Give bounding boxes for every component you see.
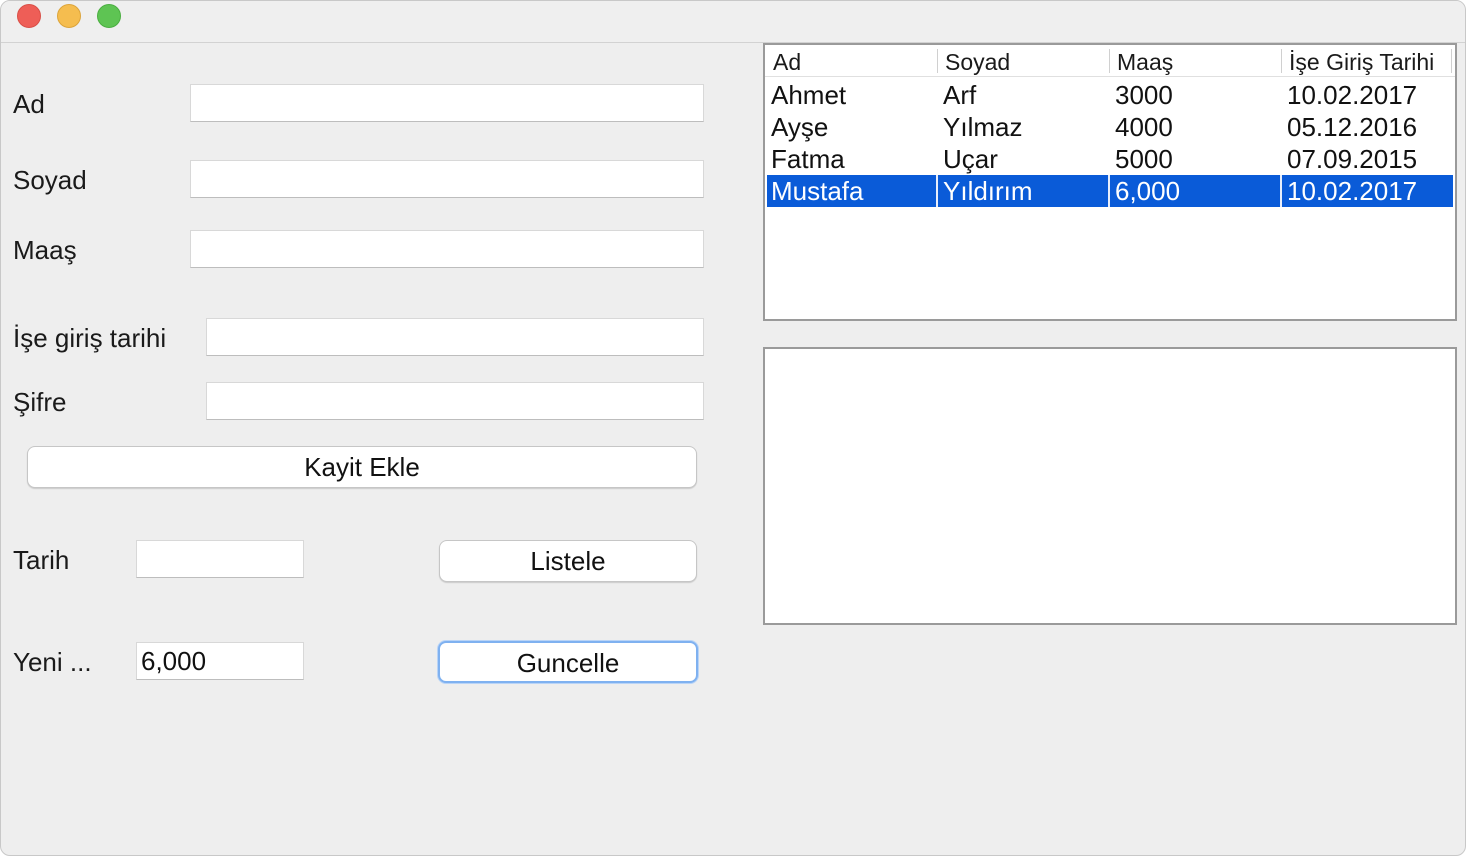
column-divider[interactable] (937, 49, 938, 73)
ad-label: Ad (13, 89, 45, 119)
soyad-input[interactable] (190, 160, 704, 198)
tarih-label: Tarih (13, 545, 70, 575)
ise-giris-tarihi-label: İşe giriş tarihi (13, 323, 167, 353)
sifre-label: Şifre (13, 387, 67, 417)
table-row[interactable]: Ayşe Yılmaz 4000 05.12.2016 (767, 111, 1453, 143)
table-cell: Ayşe (771, 112, 829, 142)
column-header-maas[interactable]: Maaş (1111, 45, 1281, 77)
table-cell: Yıldırım (943, 176, 1033, 206)
ad-input[interactable] (190, 84, 704, 122)
close-window-button[interactable] (17, 4, 41, 28)
employee-table[interactable]: Ad Soyad Maaş İşe Giriş Tarihi Ahmet Arf… (763, 43, 1457, 321)
table-cell: 07.09.2015 (1287, 144, 1418, 174)
ise-giris-tarihi-input[interactable] (206, 318, 704, 356)
table-cell: Ahmet (771, 80, 847, 110)
table-row[interactable]: Ahmet Arf 3000 10.02.2017 (767, 79, 1453, 111)
table-cell: 10.02.2017 (1287, 80, 1418, 110)
tarih-input[interactable] (136, 540, 304, 578)
column-header-ad[interactable]: Ad (767, 45, 935, 77)
yeni-label: Yeni ... (13, 647, 92, 677)
table-cell: 3000 (1115, 80, 1173, 110)
table-row-selected[interactable]: Mustafa Yıldırım 6,000 10.02.2017 (767, 175, 1453, 207)
cell-divider (936, 175, 938, 207)
yeni-maas-input[interactable] (136, 642, 304, 680)
table-cell: 10.02.2017 (1287, 176, 1418, 206)
table-cell: 4000 (1115, 112, 1173, 142)
app-window: Ad Soyad Maaş İşe giriş tarihi Şifre Kay… (0, 0, 1466, 856)
table-header: Ad Soyad Maaş İşe Giriş Tarihi (765, 45, 1455, 77)
minimize-window-button[interactable] (57, 4, 81, 28)
column-header-ise-giris-tarihi[interactable]: İşe Giriş Tarihi (1283, 45, 1451, 77)
table-row[interactable]: Fatma Uçar 5000 07.09.2015 (767, 143, 1453, 175)
table-cell: Fatma (771, 144, 845, 174)
column-divider[interactable] (1109, 49, 1110, 73)
title-bar (1, 1, 1465, 43)
column-divider[interactable] (1451, 49, 1452, 73)
table-cell: Uçar (943, 144, 998, 174)
table-cell: Mustafa (771, 176, 864, 206)
output-text-area[interactable] (763, 347, 1457, 625)
table-cell: 5000 (1115, 144, 1173, 174)
cell-divider (1108, 175, 1110, 207)
column-divider[interactable] (1281, 49, 1282, 73)
maximize-window-button[interactable] (97, 4, 121, 28)
table-cell: 6,000 (1115, 176, 1181, 206)
maas-input[interactable] (190, 230, 704, 268)
table-cell: Yılmaz (943, 112, 1023, 142)
maas-label: Maaş (13, 235, 77, 265)
kayit-ekle-button[interactable]: Kayit Ekle (27, 446, 697, 488)
table-cell: 05.12.2016 (1287, 112, 1418, 142)
table-cell: Arf (943, 80, 977, 110)
column-header-soyad[interactable]: Soyad (939, 45, 1109, 77)
cell-divider (1280, 175, 1282, 207)
guncelle-button[interactable]: Guncelle (438, 641, 698, 683)
listele-button[interactable]: Listele (439, 540, 697, 582)
soyad-label: Soyad (13, 165, 87, 195)
sifre-input[interactable] (206, 382, 704, 420)
